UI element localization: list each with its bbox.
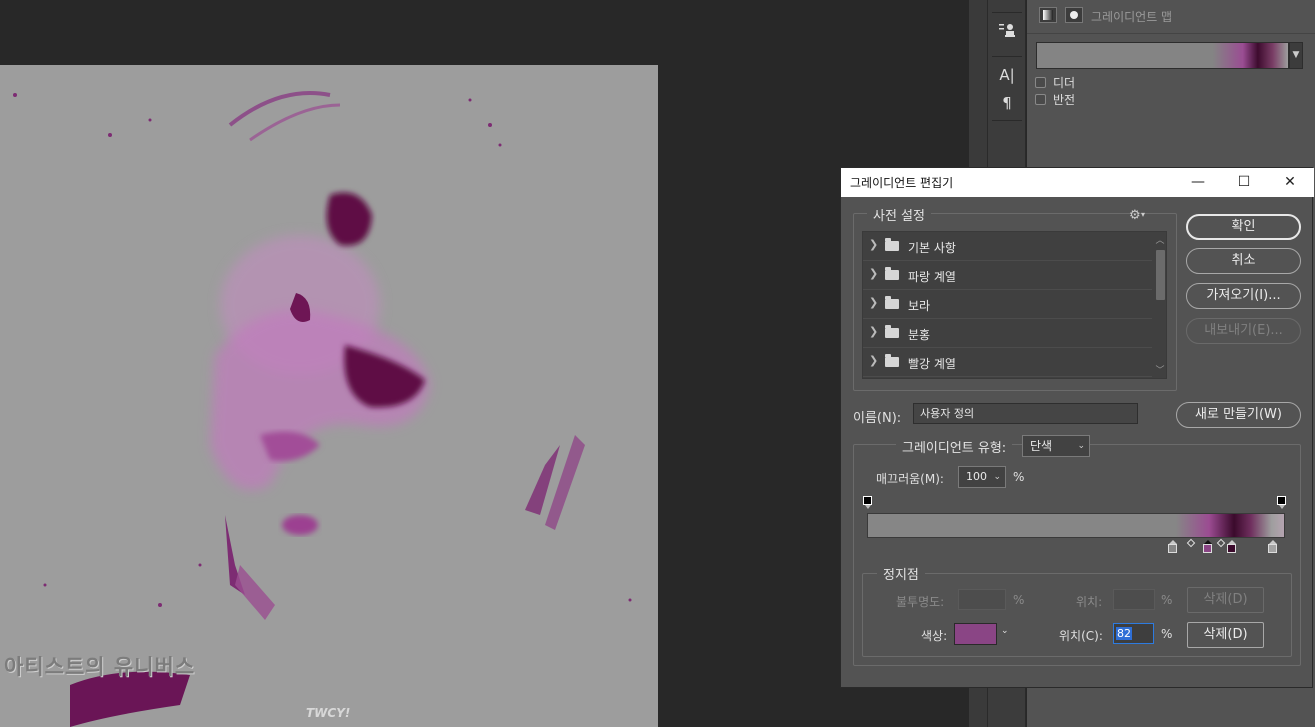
preset-folder-label: 기본 사항 (908, 241, 956, 255)
chevron-down-icon[interactable]: ▼ (1289, 42, 1303, 69)
smoothness-label: 매끄러움(M): (876, 472, 944, 486)
export-button[interactable]: 내보내기(E)... (1186, 318, 1301, 344)
chevron-down-icon[interactable]: ⌄ (1001, 626, 1009, 636)
color-stop[interactable] (1227, 540, 1236, 553)
chevron-right-icon[interactable]: ❯ (869, 238, 878, 251)
maximize-button[interactable]: ☐ (1221, 168, 1267, 197)
folder-icon (885, 238, 899, 251)
color-location-value: 82 (1116, 627, 1132, 640)
smoothness-value: 100 (966, 470, 987, 483)
chevron-down-icon: ⌄ (993, 472, 1001, 482)
properties-title: 그레이디언트 맵 (1091, 10, 1173, 24)
smoothness-select[interactable]: 100 ⌄ (958, 466, 1006, 488)
gradient-type-label: 그레이디언트 유형: (896, 437, 1013, 456)
preset-folder-label: 분홍 (908, 328, 931, 342)
divider (992, 56, 1022, 57)
preset-folder-label: 파랑 계열 (908, 270, 956, 284)
divider (992, 12, 1022, 13)
color-stop[interactable] (1168, 540, 1177, 553)
color-label: 색상: (921, 629, 948, 643)
watermark-text: 아티스트의 유니버스 (4, 655, 196, 679)
folder-icon (885, 325, 899, 338)
scroll-up-icon[interactable]: ︿ (1153, 234, 1166, 248)
properties-header: 그레이디언트 맵 (1027, 0, 1315, 34)
list-item[interactable]: ❯ 빨강 계열 (863, 348, 1152, 377)
import-button[interactable]: 가져오기(I)... (1186, 283, 1301, 309)
canvas-artwork (0, 91, 632, 727)
opacity-label: 불투명도: (896, 595, 945, 609)
color-location-field[interactable]: 82 (1113, 623, 1154, 644)
preset-folder-label: 빨강 계열 (908, 357, 956, 371)
opacity-unit: % (1013, 593, 1025, 607)
color-delete-button[interactable]: 삭제(D) (1187, 622, 1264, 648)
dither-option[interactable]: 디더 (1035, 75, 1076, 90)
ok-button[interactable]: 확인 (1186, 214, 1301, 240)
cancel-button[interactable]: 취소 (1186, 248, 1301, 274)
chevron-down-icon[interactable]: ▾ (1141, 210, 1145, 219)
reverse-checkbox[interactable] (1035, 93, 1046, 105)
gradient-preview-bar[interactable] (867, 513, 1285, 538)
gradient-type-value: 단색 (1030, 439, 1053, 453)
gradient-type-select[interactable]: 단색 ⌄ (1022, 435, 1090, 457)
new-button[interactable]: 새로 만들기(W) (1176, 402, 1301, 428)
name-field[interactable]: 사용자 정의 (913, 403, 1138, 424)
reverse-option[interactable]: 반전 (1035, 92, 1076, 107)
chevron-right-icon[interactable]: ❯ (869, 354, 878, 367)
color-location-unit: % (1161, 627, 1173, 641)
canvas-image[interactable]: 아티스트의 유니버스 TWCY! (0, 65, 658, 727)
chevron-down-icon: ⌄ (1077, 441, 1085, 451)
color-location-label: 위치(C): (1059, 629, 1103, 643)
dither-label: 디더 (1053, 75, 1076, 90)
folder-icon (885, 267, 899, 280)
list-item[interactable]: ❯ 기본 사항 (863, 232, 1152, 261)
preset-list[interactable]: ❯ 기본 사항 ❯ 파랑 계열 ❯ 보라 ❯ 분홍 ❯ 빨강 계열 ︿ ﹀ (862, 231, 1167, 379)
scroll-down-icon[interactable]: ﹀ (1153, 364, 1166, 378)
opacity-field[interactable] (958, 589, 1006, 610)
watermark-signature: TWCY! (306, 706, 351, 720)
opacity-delete-button[interactable]: 삭제(D) (1187, 587, 1264, 613)
stamp-icon[interactable] (994, 22, 1020, 44)
gradient-map-preview[interactable] (1036, 42, 1289, 69)
list-item[interactable]: ❯ 분홍 (863, 319, 1152, 348)
divider (992, 120, 1022, 121)
paragraph-icon[interactable]: ¶ (994, 92, 1020, 114)
opacity-location-field[interactable] (1113, 589, 1155, 610)
scroll-thumb[interactable] (1156, 250, 1165, 300)
folder-icon (885, 296, 899, 309)
presets-legend: 사전 설정 (867, 205, 931, 224)
name-label: 이름(N): (853, 411, 902, 426)
list-item[interactable]: ❯ 파랑 계열 (863, 261, 1152, 290)
gradient-editor-dialog: 그레이디언트 편집기 — ☐ ✕ 사전 설정 ⚙ ▾ ❯ 기본 사항 ❯ 파랑 … (840, 167, 1314, 688)
chevron-right-icon[interactable]: ❯ (869, 267, 878, 280)
color-swatch[interactable] (954, 623, 997, 645)
list-item[interactable]: ❯ 보라 (863, 290, 1152, 319)
chevron-right-icon[interactable]: ❯ (869, 325, 878, 338)
type-icon[interactable]: A| (994, 64, 1020, 86)
preset-scrollbar[interactable]: ︿ ﹀ (1153, 232, 1166, 378)
opacity-stop-right[interactable] (1277, 496, 1286, 509)
gear-icon[interactable]: ⚙ (1129, 208, 1141, 223)
folder-icon (885, 354, 899, 367)
opacity-stop-left[interactable] (863, 496, 872, 509)
dialog-titlebar[interactable]: 그레이디언트 편집기 — ☐ ✕ (841, 168, 1314, 197)
stops-legend: 정지점 (877, 564, 925, 583)
smoothness-unit: % (1013, 470, 1025, 484)
opacity-location-unit: % (1161, 593, 1173, 607)
dialog-title: 그레이디언트 편집기 (850, 176, 954, 190)
preset-folder-label: 보라 (908, 299, 931, 313)
mask-icon[interactable] (1065, 7, 1083, 23)
chevron-right-icon[interactable]: ❯ (869, 296, 878, 309)
color-stop[interactable] (1268, 540, 1277, 553)
dither-checkbox[interactable] (1035, 76, 1046, 88)
opacity-location-label: 위치: (1076, 595, 1103, 609)
reverse-label: 반전 (1053, 92, 1076, 107)
minimize-button[interactable]: — (1175, 168, 1221, 197)
color-stop-selected[interactable] (1203, 540, 1212, 553)
close-button[interactable]: ✕ (1267, 168, 1313, 197)
adjustment-layer-icon[interactable] (1039, 7, 1057, 23)
